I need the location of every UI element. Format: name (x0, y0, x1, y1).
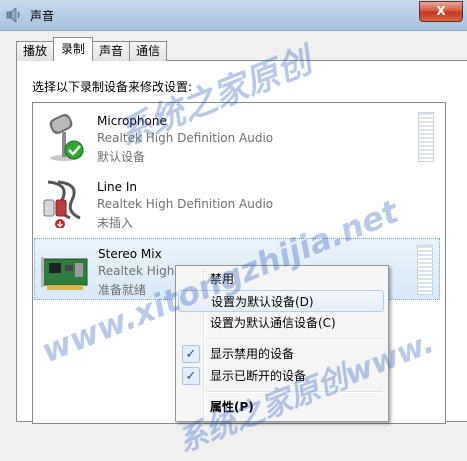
device-status: 默认设备 (97, 150, 146, 164)
speaker-icon (6, 7, 20, 23)
device-item-line-in[interactable]: Line In Realtek High Definition Audio 未插… (34, 172, 440, 234)
window-title: 声音 (30, 9, 55, 23)
tab-strip: 播放 录制 声音 通信 (16, 37, 168, 61)
menu-separator (206, 391, 382, 393)
device-driver: Realtek High Definition Audio (97, 131, 274, 145)
menu-item-set-default[interactable]: 设置为默认设备(D) (178, 290, 384, 312)
checkmark-icon: ✓ (182, 367, 200, 385)
tab-communications[interactable]: 通信 (129, 41, 168, 61)
line-in-cable-icon (43, 180, 81, 228)
device-driver: Realtek High Definition Audio (97, 197, 274, 211)
menu-item-show-disabled[interactable]: ✓ 显示禁用的设备 (178, 343, 384, 365)
device-name: Line In (97, 180, 137, 194)
device-status: 未插入 (97, 216, 134, 230)
context-menu: 禁用 设置为默认设备(D) 设置为默认通信设备(C) ✓ 显示禁用的设备 ✓ 显… (175, 265, 389, 422)
menu-item-set-default-comm[interactable]: 设置为默认通信设备(C) (178, 312, 384, 334)
menu-item-disable[interactable]: 禁用 (178, 268, 384, 290)
checkmark-icon: ✓ (182, 345, 200, 363)
level-meter (417, 245, 433, 295)
menu-item-show-disconnected[interactable]: ✓ 显示已断开的设备 (178, 365, 384, 387)
device-name: Stereo Mix (98, 247, 162, 261)
close-button[interactable]: X (419, 1, 463, 22)
tab-sounds[interactable]: 声音 (92, 41, 131, 61)
microphone-icon (49, 114, 84, 161)
menu-separator (206, 338, 382, 340)
title-bar[interactable]: 声音 X (0, 0, 467, 31)
sound-card-icon (41, 257, 88, 290)
device-status: 准备就绪 (98, 283, 147, 297)
device-name: Microphone (97, 114, 167, 128)
instruction-text: 选择以下录制设备来修改设置: (32, 80, 193, 94)
device-item-microphone[interactable]: Microphone Realtek High Definition Audio… (34, 106, 440, 168)
green-check-icon (64, 140, 84, 160)
tab-recording[interactable]: 录制 (53, 37, 94, 61)
level-meter (418, 112, 434, 162)
device-driver: Realtek High (98, 264, 175, 278)
tab-playback[interactable]: 播放 (16, 41, 55, 61)
